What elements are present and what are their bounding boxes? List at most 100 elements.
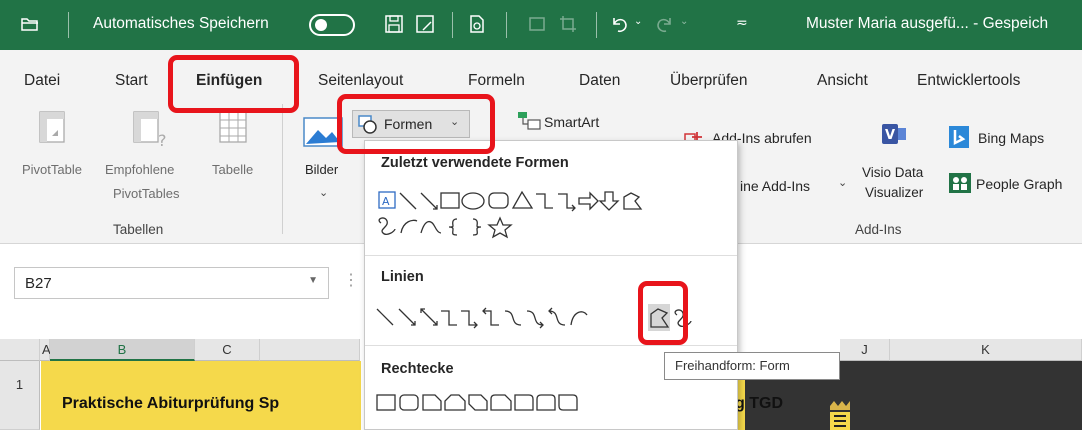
group-label-addins: Add-Ins [855, 222, 902, 237]
elbow-connector-icon[interactable] [441, 310, 457, 326]
snip-same-side-corner-rect-icon[interactable] [444, 394, 466, 411]
tab-entwicklertools[interactable]: Entwicklertools [917, 72, 1020, 90]
toggle-knob [315, 19, 327, 31]
tab-start[interactable]: Start [115, 72, 148, 90]
snip-round-rect-icon[interactable] [490, 394, 512, 411]
group-separator [282, 104, 283, 234]
visio-label-1[interactable]: Visio Data [862, 165, 923, 180]
rounded-rect-shape-icon[interactable] [399, 394, 419, 411]
dropdown-separator [365, 255, 737, 256]
autosave-label: Automatisches Speichern [93, 15, 269, 32]
redo-icon[interactable] [654, 13, 676, 35]
namebox-chevron-icon[interactable]: ▼ [308, 275, 318, 286]
namebox[interactable]: B27 ▼ [14, 267, 329, 299]
oval-shape-icon[interactable] [461, 192, 485, 210]
freeform-recent-shape-icon[interactable] [623, 192, 643, 210]
rectangles-header: Rechtecke [381, 361, 454, 377]
my-addins-label[interactable]: ine Add-Ins [740, 178, 810, 194]
elbow-arrow-connector-icon[interactable] [461, 310, 478, 329]
pivottable-icon[interactable] [38, 110, 68, 150]
table-icon[interactable] [218, 110, 250, 150]
snip-single-corner-rect-icon[interactable] [422, 394, 442, 411]
column-header-c[interactable]: C [195, 339, 260, 361]
snip-diagonal-corner-rect-icon[interactable] [468, 394, 488, 411]
tab-ansicht[interactable]: Ansicht [817, 72, 868, 90]
elbow-arrow-connector-shape-icon[interactable] [558, 193, 576, 212]
recommended-pivottables-icon[interactable]: ? [132, 110, 170, 150]
tab-formeln[interactable]: Formeln [468, 72, 525, 90]
undo-icon[interactable] [608, 13, 630, 35]
recommended-pivottables-label-2[interactable]: PivotTables [113, 186, 179, 201]
my-addins-chevron-icon[interactable]: ⌄ [838, 176, 847, 189]
left-brace-shape-icon[interactable] [448, 218, 458, 236]
elbow-connector-shape-icon[interactable] [536, 193, 553, 209]
save-icon[interactable] [383, 13, 405, 35]
column-header-k[interactable]: K [890, 339, 1082, 361]
line-double-arrow-icon[interactable] [420, 308, 438, 326]
line-shape-icon[interactable] [399, 192, 417, 210]
column-header-j[interactable]: J [840, 339, 890, 361]
curve-shape-icon[interactable] [420, 221, 442, 234]
column-header-blank[interactable] [260, 339, 360, 361]
textbox-shape-icon[interactable]: A [378, 191, 396, 209]
down-arrow-shape-icon[interactable] [598, 191, 620, 211]
rectangles-gallery [376, 394, 578, 411]
titlebar-separator [68, 12, 69, 38]
elbow-double-arrow-connector-icon[interactable] [482, 307, 499, 326]
curved-connector-icon[interactable] [504, 310, 522, 326]
autosave-toggle[interactable] [309, 14, 355, 36]
print-preview-icon[interactable] [466, 13, 488, 35]
line-icon[interactable] [376, 308, 394, 326]
tab-datei[interactable]: Datei [24, 72, 60, 90]
scribble-shape-icon[interactable] [378, 217, 396, 235]
table-label[interactable]: Tabelle [212, 162, 253, 177]
row-header-1[interactable]: 1 [0, 361, 40, 430]
bing-maps-icon[interactable] [949, 126, 969, 148]
arc-shape-icon[interactable] [400, 219, 418, 234]
svg-text:A: A [382, 195, 390, 208]
triangle-shape-icon[interactable] [511, 190, 534, 209]
visio-icon[interactable]: V [880, 122, 910, 148]
star-shape-icon[interactable] [487, 216, 513, 239]
customize-toolbar-icon[interactable]: ≂ [736, 14, 748, 31]
line-arrow-icon[interactable] [398, 308, 416, 326]
arrow-line-shape-icon[interactable] [420, 192, 438, 210]
pivottable-label[interactable]: PivotTable [22, 162, 82, 177]
save-as-icon[interactable] [414, 13, 436, 35]
lines-header: Linien [381, 269, 424, 285]
redo-chevron-icon[interactable]: ⌄ [680, 16, 688, 27]
undo-chevron-icon[interactable]: ⌄ [634, 16, 642, 27]
recommended-pivottables-label-1[interactable]: Empfohlene [105, 162, 174, 177]
tab-ueberpruefen[interactable]: Überprüfen [670, 72, 748, 90]
curved-arrow-connector-icon[interactable] [526, 310, 544, 329]
titlebar-separator [596, 12, 597, 38]
dropdown-separator [365, 345, 737, 346]
round-single-corner-rect-icon[interactable] [514, 394, 534, 411]
right-brace-shape-icon[interactable] [472, 218, 482, 236]
tab-daten[interactable]: Daten [579, 72, 620, 90]
select-all-corner[interactable] [0, 339, 40, 361]
round-same-side-corner-rect-icon[interactable] [536, 394, 556, 411]
curve-icon[interactable] [570, 311, 588, 326]
rect-shape-icon[interactable] [376, 394, 396, 411]
pictures-label[interactable]: Bilder [305, 162, 338, 177]
people-graph-icon[interactable] [949, 173, 971, 193]
tab-seitenlayout[interactable]: Seitenlayout [318, 72, 403, 90]
round-diagonal-corner-rect-icon[interactable] [558, 394, 578, 411]
smartart-label[interactable]: SmartArt [544, 114, 599, 130]
column-header-b[interactable]: B [50, 339, 195, 361]
people-graph-label[interactable]: People Graph [976, 176, 1062, 192]
smartart-icon[interactable] [516, 110, 542, 132]
curved-double-arrow-connector-icon[interactable] [548, 307, 566, 326]
shape-select-icon[interactable] [526, 13, 548, 35]
open-folder-icon[interactable] [20, 14, 40, 34]
column-header-a[interactable]: A [40, 339, 51, 361]
rounded-rectangle-shape-icon[interactable] [488, 192, 509, 209]
right-arrow-shape-icon[interactable] [578, 191, 599, 211]
pictures-chevron-icon[interactable]: ⌄ [319, 186, 328, 199]
visio-label-2[interactable]: Visualizer [865, 185, 923, 200]
rectangle-shape-icon[interactable] [440, 192, 460, 209]
crop-icon[interactable] [557, 13, 579, 35]
bing-maps-label[interactable]: Bing Maps [978, 130, 1044, 146]
coat-of-arms-logo [830, 401, 850, 430]
